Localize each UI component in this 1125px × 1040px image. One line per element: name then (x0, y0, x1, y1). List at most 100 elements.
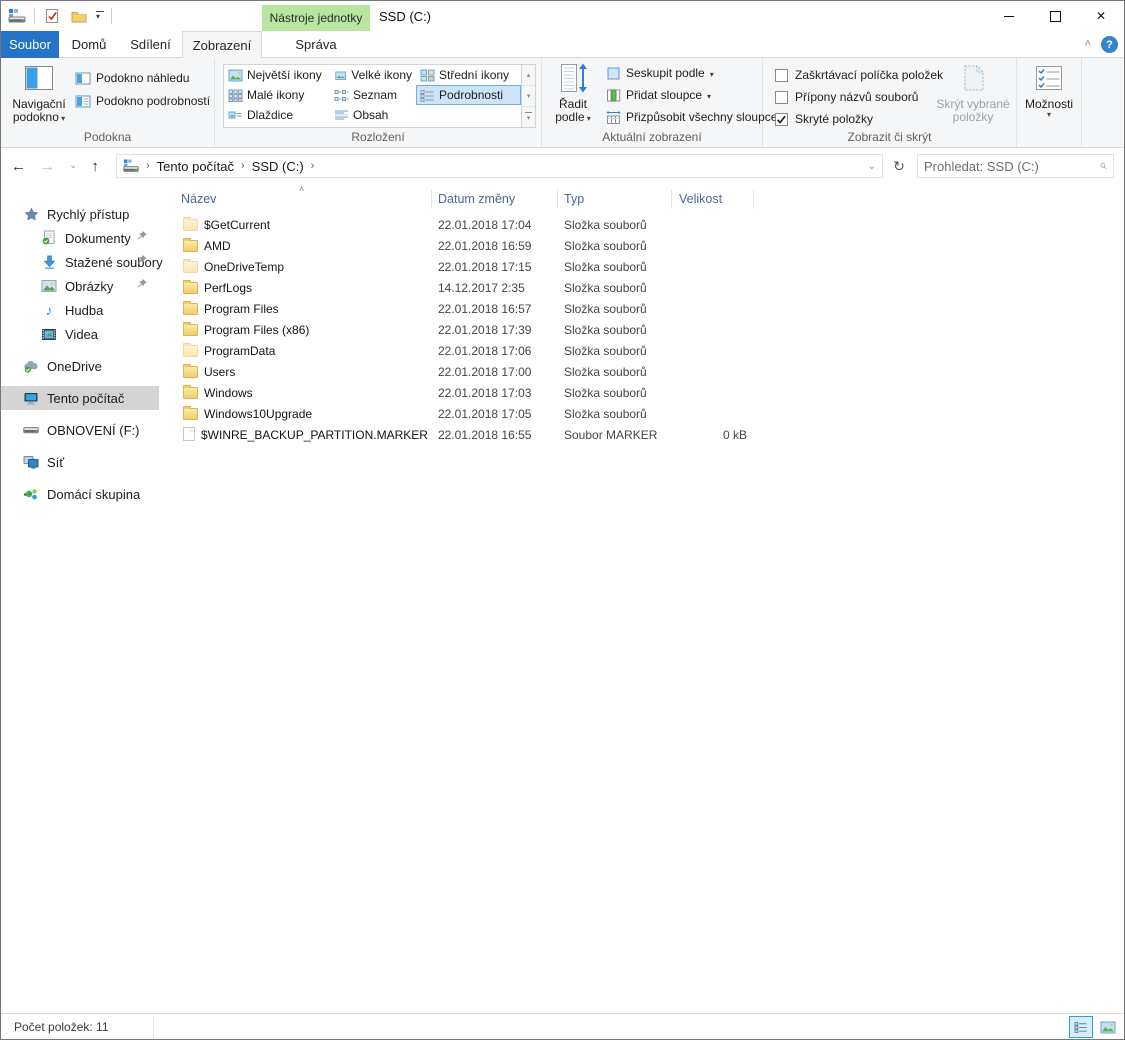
table-row[interactable]: $GetCurrent 22.01.2018 17:04 Složka soub… (159, 214, 1124, 235)
pin-icon (135, 254, 149, 268)
address-dropdown-icon[interactable] (868, 161, 876, 172)
close-button[interactable] (1078, 1, 1124, 31)
sidebar-item-recovery-drive[interactable]: OBNOVENÍ (F:) (1, 418, 159, 442)
help-icon[interactable] (1101, 36, 1118, 53)
table-row[interactable]: Users 22.01.2018 17:00 Složka souborů (159, 361, 1124, 382)
sidebar-item-music[interactable]: ♪ Hudba (1, 298, 159, 322)
preview-pane-button[interactable]: Podokno náhledu (75, 68, 189, 88)
pictures-icon (41, 278, 57, 294)
sort-by-button[interactable]: Řadit podle (548, 61, 598, 125)
sidebar-item-homegroup[interactable]: Domácí skupina (1, 482, 159, 506)
breadcrumb-this-pc[interactable]: Tento počítač (157, 159, 234, 174)
table-row[interactable]: Windows10Upgrade 22.01.2018 17:05 Složka… (159, 403, 1124, 424)
sidebar-item-this-pc[interactable]: Tento počítač (1, 386, 159, 410)
search-input[interactable] (924, 158, 1100, 174)
tab-home[interactable]: Domů (59, 31, 119, 58)
search-icon[interactable] (1100, 159, 1107, 173)
customize-qat-icon[interactable] (96, 11, 104, 21)
column-header-date[interactable]: Datum změny (438, 187, 515, 211)
up-icon[interactable] (91, 159, 99, 174)
preview-pane-icon (75, 72, 91, 84)
gallery-scroll-down-icon[interactable] (522, 86, 535, 107)
table-row[interactable]: Program Files (x86) 22.01.2018 17:39 Slo… (159, 319, 1124, 340)
layout-largest-icons[interactable]: Největší ikony (224, 65, 330, 85)
sidebar-item-network[interactable]: Síť (1, 450, 159, 474)
thumbnail-view-button[interactable] (1096, 1016, 1120, 1038)
collapse-ribbon-icon[interactable] (1085, 39, 1091, 50)
onedrive-icon (23, 358, 39, 374)
options-button[interactable]: Možnosti (1021, 61, 1077, 119)
tab-view-active[interactable]: Zobrazení (182, 31, 262, 59)
options-icon (1034, 61, 1064, 95)
maximize-button[interactable] (1032, 1, 1078, 31)
sidebar-item-quick-access[interactable]: Rychlý přístup (1, 202, 159, 226)
layout-small-icons[interactable]: Malé ikony (224, 85, 330, 105)
dropdown-caret-icon (1047, 111, 1051, 119)
address-bar: Tento počítač SSD (C:) (1, 148, 1124, 184)
table-row[interactable]: $WINRE_BACKUP_PARTITION.MARKER 22.01.201… (159, 424, 1124, 445)
checkbox-file-extensions[interactable]: Přípony názvů souborů (775, 87, 918, 107)
breadcrumb-drive[interactable]: SSD (C:) (252, 159, 304, 174)
column-header-size[interactable]: Velikost (679, 187, 722, 211)
checkbox-hidden-items[interactable]: Skryté položky (775, 109, 873, 129)
dropdown-caret-icon (707, 88, 711, 102)
drive-icon (123, 158, 139, 174)
tab-manage[interactable]: Správa (262, 31, 370, 58)
column-divider[interactable] (671, 190, 672, 209)
properties-icon[interactable] (42, 5, 62, 27)
list-icon (334, 89, 349, 101)
tab-file[interactable]: Soubor (1, 31, 59, 58)
column-header-name[interactable]: Název (181, 187, 216, 211)
videos-icon (41, 326, 57, 342)
gallery-scroll-up-icon[interactable] (522, 65, 535, 86)
new-folder-icon[interactable] (69, 5, 89, 27)
navigation-pane-button[interactable]: Navigační podokno (7, 61, 71, 125)
details-view-icon (1074, 1021, 1087, 1033)
search-box[interactable] (917, 154, 1114, 178)
gallery-more-icon[interactable] (522, 107, 535, 127)
checkbox-item-checkboxes[interactable]: Zaškrtávací políčka položek (775, 65, 943, 85)
recent-locations-icon[interactable] (69, 161, 77, 171)
layout-medium-icons[interactable]: Střední ikony (416, 65, 521, 85)
dropdown-caret-icon (59, 110, 65, 124)
table-row[interactable]: PerfLogs 14.12.2017 2:35 Složka souborů (159, 277, 1124, 298)
add-columns-button[interactable]: Přidat sloupce (606, 85, 711, 105)
column-header-type[interactable]: Typ (564, 187, 584, 211)
sidebar-item-documents[interactable]: Dokumenty (1, 226, 159, 250)
music-icon: ♪ (45, 302, 53, 318)
layout-tiles[interactable]: Dlaždice (224, 105, 330, 125)
add-columns-icon (607, 89, 621, 101)
sidebar-item-downloads[interactable]: Stažené soubory (1, 250, 163, 274)
fit-columns-button[interactable]: Přizpůsobit všechny sloupce (606, 107, 777, 127)
hide-selected-icon (958, 61, 988, 95)
table-row[interactable]: Windows 22.01.2018 17:03 Složka souborů (159, 382, 1124, 403)
refresh-icon[interactable] (887, 154, 911, 178)
quick-access-star-icon (23, 206, 39, 222)
layout-large-icons[interactable]: Velké ikony (330, 65, 416, 85)
layout-details-selected[interactable]: Podrobnosti (416, 85, 521, 105)
group-by-button[interactable]: Seskupit podle (606, 63, 714, 83)
drive-icon[interactable] (7, 5, 27, 27)
table-row[interactable]: OneDriveTemp 22.01.2018 17:15 Složka sou… (159, 256, 1124, 277)
ribbon-group-show-hide: Zaškrtávací políčka položek Přípony názv… (763, 58, 1017, 147)
layout-list[interactable]: Seznam (330, 85, 416, 105)
sidebar-item-onedrive[interactable]: OneDrive (1, 354, 159, 378)
column-divider[interactable] (431, 190, 432, 209)
table-row[interactable]: AMD 22.01.2018 16:59 Složka souborů (159, 235, 1124, 256)
table-row[interactable]: Program Files 22.01.2018 16:57 Složka so… (159, 298, 1124, 319)
details-pane-button[interactable]: Podokno podrobností (75, 91, 210, 111)
breadcrumb-separator-icon[interactable] (241, 160, 245, 172)
back-icon[interactable] (11, 159, 26, 174)
breadcrumb-separator-icon[interactable] (311, 160, 315, 172)
table-row[interactable]: ProgramData 22.01.2018 17:06 Složka soub… (159, 340, 1124, 361)
tab-share[interactable]: Sdílení (119, 31, 182, 58)
minimize-button[interactable] (986, 1, 1032, 31)
layout-content[interactable]: Obsah (330, 105, 416, 125)
sidebar-item-videos[interactable]: Videa (1, 322, 159, 346)
sidebar-item-pictures[interactable]: Obrázky (1, 274, 159, 298)
thumbnail-view-icon (1100, 1021, 1116, 1033)
details-view-button[interactable] (1069, 1016, 1093, 1038)
column-divider[interactable] (557, 190, 558, 209)
breadcrumb[interactable]: Tento počítač SSD (C:) (116, 154, 883, 178)
column-divider[interactable] (753, 190, 754, 209)
